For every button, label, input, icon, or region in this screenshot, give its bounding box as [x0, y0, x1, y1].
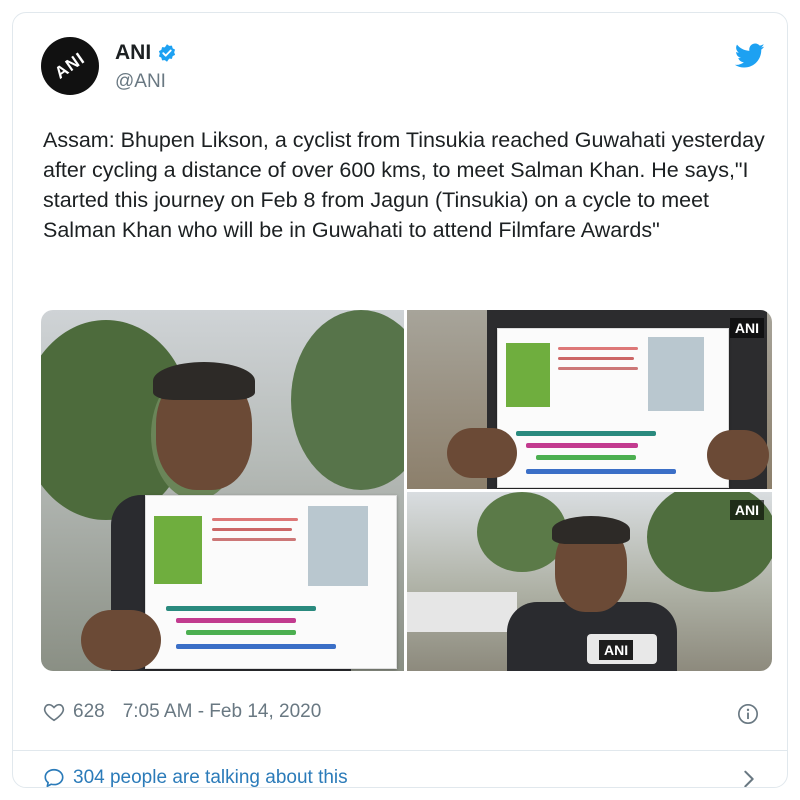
poster-photo-bicycle — [648, 337, 704, 411]
tweet-photo-3[interactable]: ANI ANI — [407, 492, 772, 671]
verified-badge-icon — [159, 44, 176, 62]
avatar[interactable]: ANI — [41, 37, 99, 95]
poster-photo-left — [154, 516, 202, 584]
chevron-right-icon[interactable] — [741, 768, 757, 788]
person-hand — [81, 610, 161, 670]
handheld-poster — [145, 495, 397, 669]
avatar-logo-text: ANI — [51, 48, 89, 83]
tweet-meta-row: 628 7:05 AM - Feb 14, 2020 — [43, 701, 321, 723]
ani-watermark: ANI — [729, 500, 764, 520]
ani-watermark: ANI — [729, 318, 764, 338]
truck — [407, 592, 517, 632]
author-display-name[interactable]: ANI — [115, 41, 151, 65]
heart-icon[interactable] — [43, 701, 65, 723]
conversation-count-label[interactable]: 304 people are talking about this — [73, 767, 348, 787]
author-name-row[interactable]: ANI — [115, 41, 177, 65]
info-icon[interactable] — [737, 703, 759, 725]
twitter-bird-icon[interactable] — [735, 43, 765, 69]
handheld-poster — [497, 328, 729, 488]
person-hair — [153, 362, 255, 400]
conversation-link[interactable]: 304 people are talking about this — [43, 767, 348, 787]
speech-bubble-icon — [44, 768, 64, 787]
tweet-photo-2[interactable]: ANI — [407, 310, 772, 489]
poster-photo-bicycle — [308, 506, 368, 586]
tweet-text: Assam: Bhupen Likson, a cyclist from Tin… — [43, 128, 765, 242]
person-hand — [707, 430, 769, 480]
ani-mic-logo: ANI — [599, 640, 634, 660]
person-hair — [552, 516, 630, 544]
author-handle[interactable]: @ANI — [115, 71, 166, 93]
person-hand — [447, 428, 517, 478]
poster-photo-left — [506, 343, 550, 407]
tweet-photo-1[interactable] — [41, 310, 404, 671]
divider — [13, 750, 787, 751]
tweet-card[interactable]: ANI ANI @ANI Assam: Bhupen Likson, a cyc… — [12, 12, 788, 788]
like-count[interactable]: 628 — [73, 701, 105, 723]
tree-foliage — [291, 310, 404, 490]
tweet-media-grid[interactable]: ANI ANI ANI — [41, 310, 772, 671]
tweet-timestamp[interactable]: 7:05 AM - Feb 14, 2020 — [123, 701, 322, 723]
